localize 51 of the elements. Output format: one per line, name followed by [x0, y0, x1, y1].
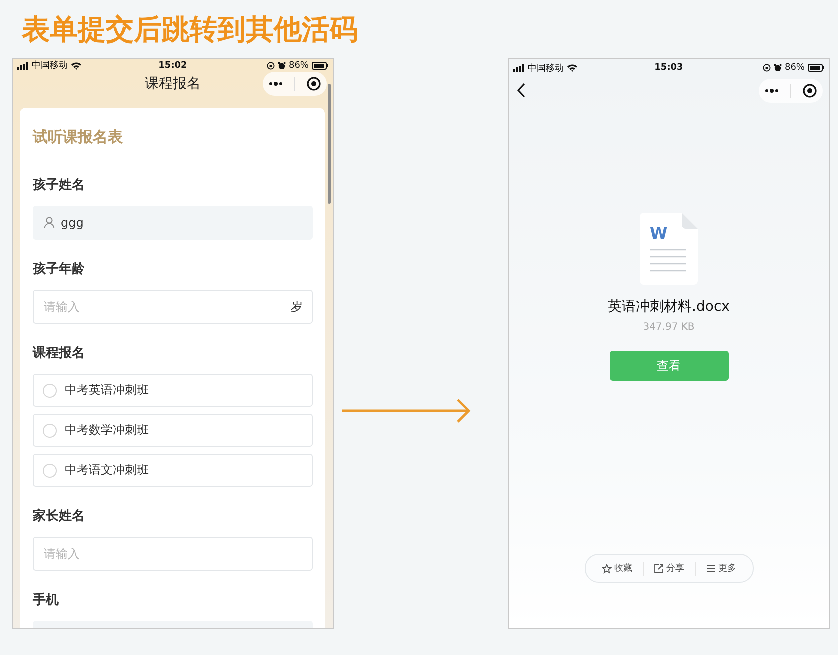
field-label: 孩子年龄 [33, 260, 86, 279]
battery-icon [312, 62, 329, 70]
option-label: 中考英语冲刺班 [65, 382, 149, 399]
alarm-icon [278, 62, 286, 70]
page-title: 表单提交后跳转到其他活码 [21, 12, 359, 48]
arrow-icon [342, 398, 472, 424]
radio-option[interactable]: 中考数学冲刺班 [33, 414, 313, 447]
signal-icon [513, 64, 525, 72]
star-icon [602, 564, 612, 574]
status-time: 15:03 [654, 63, 684, 73]
field-label: 课程报名 [33, 345, 86, 363]
menu-icon [706, 564, 716, 574]
rotation-lock-icon [762, 64, 771, 72]
input-field[interactable]: ggg [33, 206, 313, 240]
action-button[interactable]: 更多 [696, 562, 746, 575]
status-time: 15:02 [158, 60, 188, 70]
rotation-lock-icon [266, 62, 275, 70]
option-label: 中考数学冲刺班 [65, 422, 149, 439]
wifi-icon [567, 64, 578, 72]
input-field[interactable]: 请输入 [33, 537, 313, 571]
more-icon[interactable] [764, 88, 779, 92]
file-name: 英语冲刺材料.docx [608, 298, 730, 316]
option-label: 中考语文冲刺班 [65, 462, 149, 479]
signal-icon [17, 62, 29, 70]
radio-option[interactable]: 中考语文冲刺班 [33, 454, 313, 487]
more-icon[interactable] [268, 82, 283, 86]
share-icon [654, 564, 664, 574]
file-type-letter: W [650, 225, 668, 243]
radio-option[interactable]: 中考英语冲刺班 [33, 374, 313, 407]
radio-button[interactable] [43, 384, 57, 398]
field-label: 手机 [33, 592, 60, 610]
action-button[interactable]: 分享 [644, 562, 694, 575]
file-size: 347.97 KB [643, 321, 695, 334]
nav-title: 课程报名 [145, 76, 201, 92]
form-title: 试听课报名表 [33, 127, 124, 147]
action-button[interactable]: 收藏 [592, 562, 642, 575]
back-icon[interactable] [517, 83, 526, 98]
battery-icon [808, 64, 825, 72]
radio-button[interactable] [43, 424, 57, 438]
battery-percent: 86% [288, 60, 309, 70]
field-label: 家长姓名 [33, 508, 86, 526]
document-icon [640, 213, 698, 285]
carrier-name: 中国移动 [32, 60, 68, 72]
wifi-icon [71, 62, 82, 70]
alarm-icon [774, 64, 782, 72]
unit-label: 岁 [291, 299, 303, 315]
field-label: 孩子姓名 [33, 176, 86, 195]
battery-percent: 86% [784, 63, 805, 73]
person-icon [44, 217, 55, 229]
carrier-name: 中国移动 [528, 62, 564, 74]
radio-button[interactable] [43, 464, 57, 478]
